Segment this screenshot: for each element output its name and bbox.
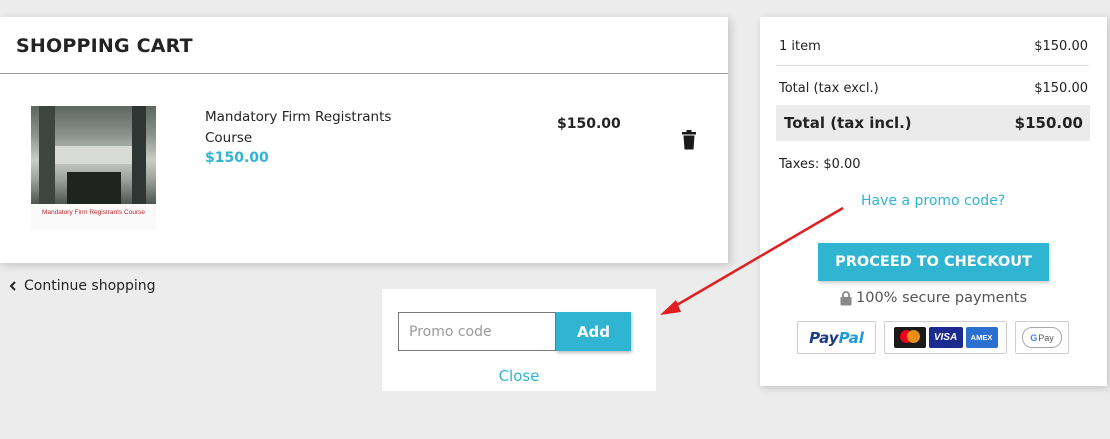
promo-code-input[interactable] bbox=[398, 312, 556, 351]
product-unit-price: $150.00 bbox=[205, 150, 269, 166]
promo-add-button[interactable]: Add bbox=[556, 312, 631, 351]
promo-close-link[interactable]: Close bbox=[382, 367, 656, 385]
cart-divider bbox=[0, 73, 728, 74]
proceed-to-checkout-button[interactable]: PROCEED TO CHECKOUT bbox=[818, 243, 1049, 281]
total-incl-label: Total (tax incl.) bbox=[784, 114, 912, 132]
items-count: 1 item bbox=[779, 39, 821, 54]
continue-shopping-label: Continue shopping bbox=[24, 278, 156, 294]
taxes-amount: Taxes: $0.00 bbox=[779, 157, 861, 172]
product-image[interactable]: Mandatory Firm Registrants Course bbox=[31, 106, 156, 230]
visa-icon: VISA bbox=[928, 327, 963, 348]
product-name-link[interactable]: Mandatory Firm Registrants Course bbox=[205, 107, 415, 149]
google-pay-logo: G Pay bbox=[1015, 321, 1069, 354]
lock-icon bbox=[840, 290, 852, 305]
cart-summary-panel: 1 item $150.00 Total (tax excl.) $150.00… bbox=[760, 17, 1107, 386]
summary-total-incl-row: Total (tax incl.) $150.00 bbox=[776, 105, 1090, 141]
items-subtotal: $150.00 bbox=[1034, 39, 1088, 54]
card-logos: VISA AMEX bbox=[884, 321, 1007, 354]
total-excl-value: $150.00 bbox=[1034, 81, 1088, 96]
secure-payments-label: 100% secure payments bbox=[856, 290, 1028, 306]
shopping-cart-panel: SHOPPING CART Mandatory Firm Registrants… bbox=[0, 17, 728, 263]
continue-shopping-link[interactable]: Continue shopping bbox=[6, 278, 156, 294]
secure-payments-note: 100% secure payments bbox=[840, 290, 1027, 306]
have-promo-code-link[interactable]: Have a promo code? bbox=[861, 193, 1005, 209]
amex-icon: AMEX bbox=[965, 327, 998, 348]
summary-total-excl-row: Total (tax excl.) $150.00 bbox=[779, 81, 1088, 96]
paypal-logo: Pay Pal bbox=[797, 321, 876, 354]
cart-title: SHOPPING CART bbox=[16, 35, 193, 57]
product-image-caption: Mandatory Firm Registrants Course bbox=[31, 204, 156, 230]
summary-divider bbox=[776, 65, 1089, 66]
product-line-total: $150.00 bbox=[557, 116, 621, 132]
total-incl-value: $150.00 bbox=[1014, 114, 1083, 132]
trash-icon[interactable] bbox=[681, 130, 697, 150]
total-excl-label: Total (tax excl.) bbox=[779, 81, 879, 96]
summary-items-row: 1 item $150.00 bbox=[779, 39, 1088, 54]
mastercard-icon bbox=[893, 327, 926, 348]
promo-code-form: Add Close bbox=[382, 289, 656, 391]
google-g-icon: G bbox=[1030, 332, 1038, 343]
chevron-left-icon bbox=[9, 281, 16, 291]
